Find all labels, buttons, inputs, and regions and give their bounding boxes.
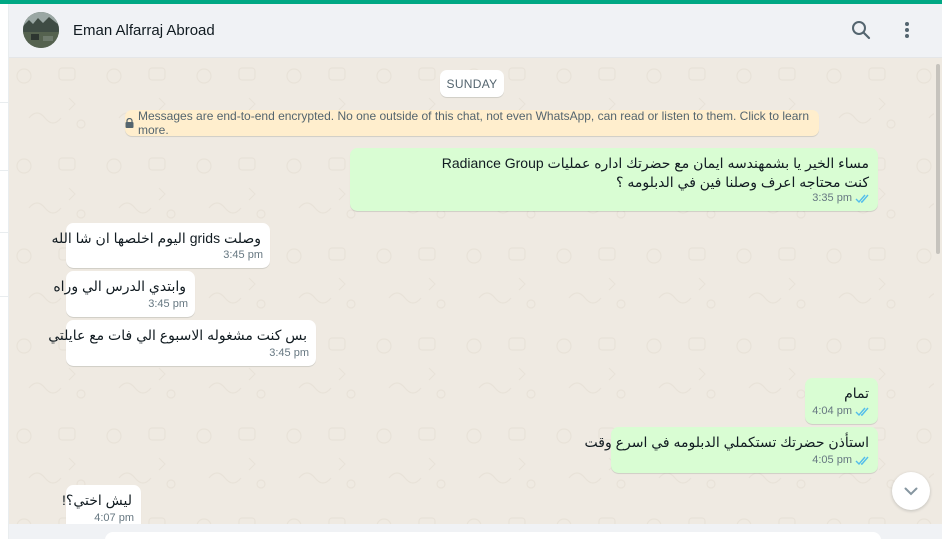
message-bubble-outgoing[interactable]: مساء الخير يا بشمهندسه ايمان مع حضرتك اد… [350,148,878,211]
message-text-line: استأذن حضرتك تستكملي الدبلومه في اسرع وق… [584,434,869,450]
message-bubble-incoming[interactable]: وصلت grids اليوم اخلصها ان شا الله 3:45 … [51,223,270,268]
read-receipt-icon [855,455,871,466]
message-bubble-incoming[interactable]: بس كنت مشغوله الاسبوع الي فات مع عايلتي … [48,320,316,366]
chat-list-divider [0,102,9,103]
menu-dots-icon[interactable] [895,18,919,42]
message-meta: 3:35 pm [812,189,871,208]
message-time: 3:35 pm [812,192,852,204]
message-pane[interactable]: SUNDAY Messages are end-to-end encrypted… [9,58,934,524]
chat-list-divider [0,170,9,171]
search-icon[interactable] [849,18,873,42]
message-time: 3:45 pm [223,249,263,261]
message-text-line: كنت محتاجه اعرف وصلنا فين في الدبلومه ؟ [616,174,869,190]
avatar-photo-icon [23,12,59,48]
composer-bar [9,524,942,544]
message-time: 3:45 pm [148,298,188,310]
message-text-line: ليش اختي؟! [62,492,132,508]
chat-header: Eman Alfarraj Abroad [9,4,942,58]
day-separator: SUNDAY [440,70,504,97]
message-time: 4:04 pm [812,405,852,417]
message-text-line: تمام [844,385,869,401]
message-input[interactable] [105,532,881,544]
message-meta: 3:45 pm [269,344,309,363]
message-text-line: بس كنت مشغوله الاسبوع الي فات مع عايلتي [48,327,307,343]
encryption-notice[interactable]: Messages are end-to-end encrypted. No on… [125,109,819,137]
chat-list-divider [0,296,9,297]
message-scrollbar[interactable] [934,58,942,524]
chevron-down-icon [904,487,918,495]
message-meta: 4:07 pm [94,509,134,524]
message-meta: 3:45 pm [223,246,263,265]
message-text-line: مساء الخير يا بشمهندسه ايمان مع حضرتك اد… [441,155,869,171]
encryption-notice-text: Messages are end-to-end encrypted. No on… [138,109,810,137]
read-receipt-icon [855,193,871,204]
message-text-line: وابتدي الدرس الي وراه [53,278,186,294]
message-time: 4:05 pm [812,454,852,466]
message-bubble-incoming[interactable]: وابتدي الدرس الي وراه 3:45 pm [53,271,195,317]
lock-icon [125,118,134,128]
message-bubble-outgoing[interactable]: تمام 4:04 pm [805,378,878,424]
contact-name[interactable]: Eman Alfarraj Abroad [73,22,215,39]
message-meta: 4:04 pm [812,402,871,421]
message-meta: 4:05 pm [812,451,871,470]
chat-list-divider [0,232,9,233]
scroll-to-bottom-button[interactable] [892,472,930,510]
message-bubble-incoming[interactable]: ليش اختي؟! 4:07 pm [62,485,141,524]
message-bubble-outgoing[interactable]: استأذن حضرتك تستكملي الدبلومه في اسرع وق… [584,427,878,473]
message-time: 3:45 pm [269,347,309,359]
chat-list-edge [0,4,9,539]
message-meta: 3:45 pm [148,295,188,314]
message-time: 4:07 pm [94,512,134,524]
read-receipt-icon [855,406,871,417]
contact-avatar[interactable] [23,12,59,48]
scrollbar-thumb[interactable] [936,64,940,254]
